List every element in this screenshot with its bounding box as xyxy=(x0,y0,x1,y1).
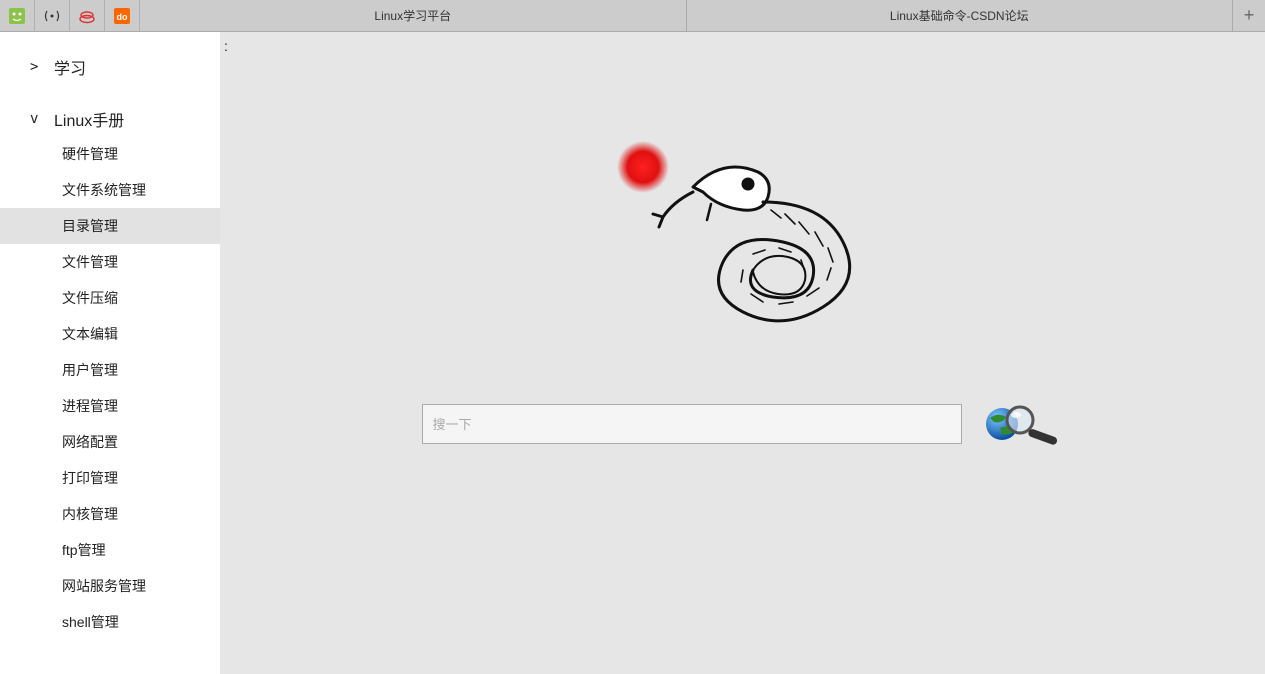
tab-favicon-2[interactable] xyxy=(35,0,70,32)
sidebar-item-process-mgmt[interactable]: 进程管理 xyxy=(0,388,220,424)
sidebar-item-network-config[interactable]: 网络配置 xyxy=(0,424,220,460)
tab-favicon-1[interactable] xyxy=(0,0,35,32)
sidebar-item-website-mgmt[interactable]: 网站服务管理 xyxy=(0,568,220,604)
workspace: > 学习 v Linux手册 硬件管理 文件系统管理 目录管理 文件管理 文件压… xyxy=(0,32,1265,674)
sidebar-item-file-compress[interactable]: 文件压缩 xyxy=(0,280,220,316)
sidebar-item-kernel-mgmt[interactable]: 内核管理 xyxy=(0,496,220,532)
svg-text:do: do xyxy=(117,12,128,22)
sidebar-section-label: Linux手册 xyxy=(54,107,124,131)
corner-text: : xyxy=(224,38,228,54)
tab-favicon-4[interactable]: do xyxy=(105,0,140,32)
tab-title-active: Linux学习平台 xyxy=(374,7,451,24)
sidebar-section-linux-manual[interactable]: v Linux手册 xyxy=(0,84,220,136)
sidebar-section-examples[interactable]: > 实例 xyxy=(0,650,220,674)
sidebar: > 学习 v Linux手册 硬件管理 文件系统管理 目录管理 文件管理 文件压… xyxy=(0,32,220,674)
new-tab-button[interactable]: + xyxy=(1233,0,1265,31)
snake-logo xyxy=(593,132,893,342)
sidebar-item-file-mgmt[interactable]: 文件管理 xyxy=(0,244,220,280)
sidebar-item-shell-mgmt[interactable]: shell管理 xyxy=(0,604,220,640)
browser-tab-bar: do Linux学习平台 Linux基础命令-CSDN论坛 + xyxy=(0,0,1265,32)
sidebar-section-study[interactable]: > 学习 xyxy=(0,32,220,84)
sidebar-item-directory-mgmt[interactable]: 目录管理 xyxy=(0,208,220,244)
sidebar-section-label: 学习 xyxy=(54,55,86,79)
search-button[interactable] xyxy=(980,402,1064,446)
sidebar-item-text-edit[interactable]: 文本编辑 xyxy=(0,316,220,352)
search-input[interactable] xyxy=(422,404,962,444)
chevron-right-icon: > xyxy=(30,59,54,75)
sidebar-item-print-mgmt[interactable]: 打印管理 xyxy=(0,460,220,496)
browser-tab-active[interactable]: Linux学习平台 xyxy=(140,0,687,31)
tab-title-inactive: Linux基础命令-CSDN论坛 xyxy=(890,7,1029,24)
plus-icon: + xyxy=(1244,5,1255,26)
sidebar-item-ftp-mgmt[interactable]: ftp管理 xyxy=(0,532,220,568)
sidebar-item-hardware-mgmt[interactable]: 硬件管理 xyxy=(0,136,220,172)
globe-magnifier-icon xyxy=(980,402,1064,446)
sidebar-item-user-mgmt[interactable]: 用户管理 xyxy=(0,352,220,388)
chevron-down-icon: v xyxy=(30,111,54,127)
main-content: : xyxy=(220,32,1265,674)
sidebar-subitems-linux-manual: 硬件管理 文件系统管理 目录管理 文件管理 文件压缩 文本编辑 用户管理 进程管… xyxy=(0,136,220,650)
browser-tab-inactive[interactable]: Linux基础命令-CSDN论坛 xyxy=(687,0,1234,31)
tab-favicon-3[interactable] xyxy=(70,0,105,32)
sidebar-item-filesystem-mgmt[interactable]: 文件系统管理 xyxy=(0,172,220,208)
search-row xyxy=(422,402,1064,446)
